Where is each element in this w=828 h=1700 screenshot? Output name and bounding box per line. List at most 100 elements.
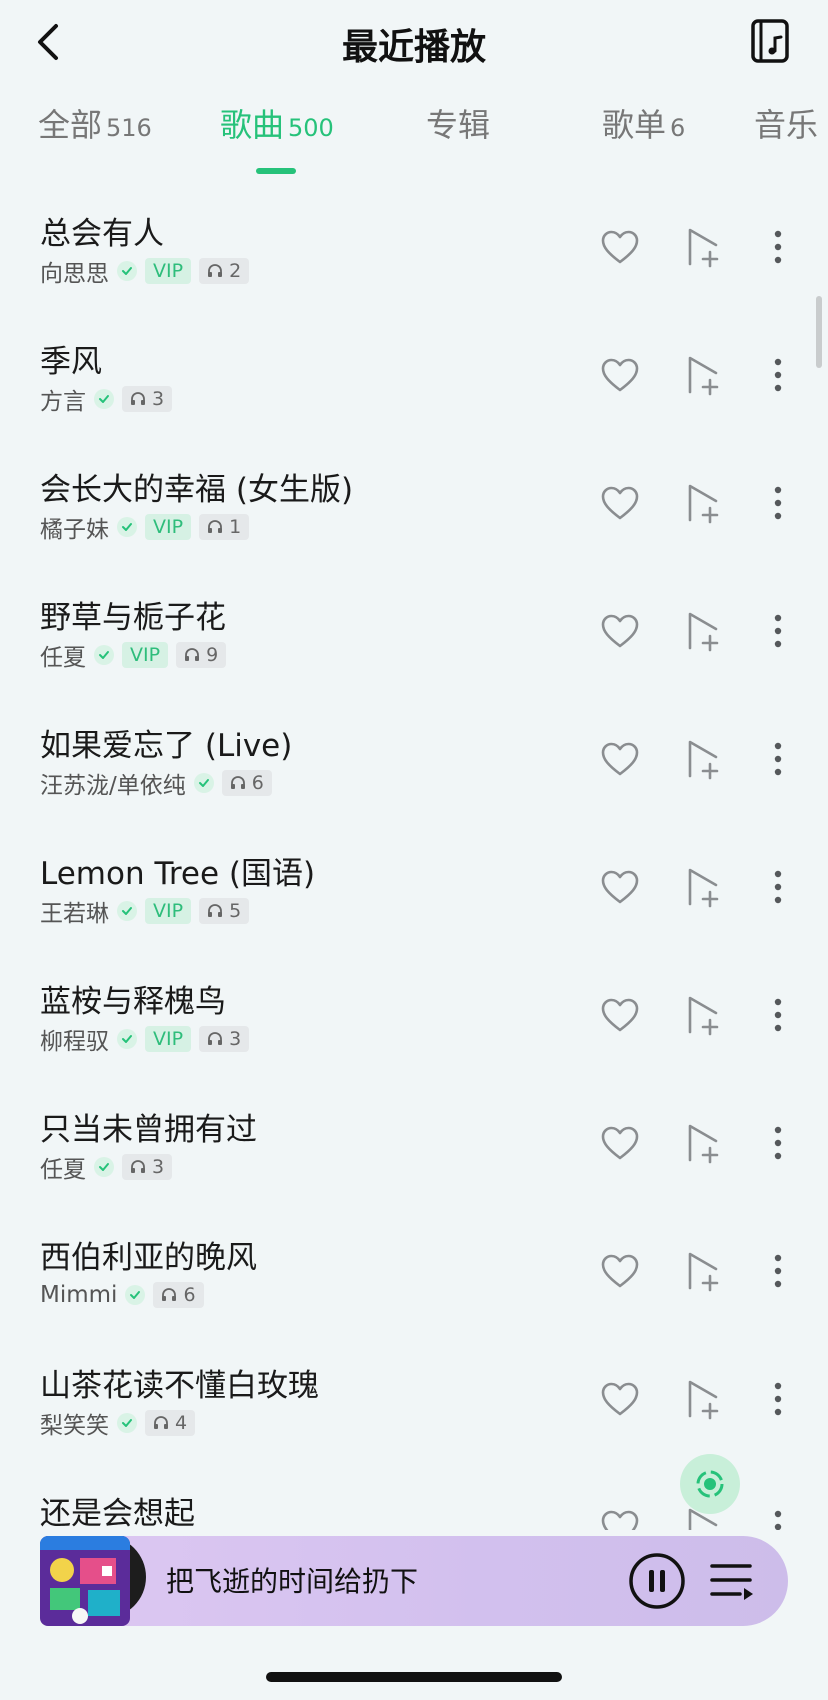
play-count-badge: 9 (176, 642, 227, 668)
song-artist[interactable]: 梨笑笑 (40, 1406, 109, 1440)
playlist-queue-icon (710, 1564, 753, 1600)
tab-label: 专辑 (426, 106, 491, 144)
heart-icon (601, 1510, 639, 1530)
pause-icon (629, 1553, 685, 1609)
playlist-queue-button[interactable] (710, 1560, 754, 1602)
song-row[interactable]: 西伯利亚的晚风 Mimmi 6 (0, 1214, 828, 1342)
song-artist[interactable]: 柳程驭 (40, 1022, 109, 1056)
more-options-button[interactable] (766, 1250, 790, 1292)
like-button[interactable] (600, 484, 640, 524)
song-list[interactable]: 总会有人 向思思 VIP 2 季风 方言 3 会长大的幸福 (女生版) 橘子妹 VIP 1 野草与栀子… (0, 190, 828, 1530)
more-options-button[interactable] (766, 610, 790, 652)
add-to-playlist-button[interactable] (686, 738, 722, 780)
more-options-button[interactable] (766, 994, 790, 1036)
song-row[interactable]: 山茶花读不懂白玫瑰 梨笑笑 4 (0, 1342, 828, 1470)
song-row[interactable]: 野草与栀子花 任夏 VIP 9 (0, 574, 828, 702)
tab-albums[interactable]: 专辑 (426, 100, 490, 146)
like-button[interactable] (600, 228, 640, 268)
more-options-button[interactable] (766, 226, 790, 268)
add-to-playlist-button[interactable] (686, 226, 722, 268)
add-to-playlist-button[interactable] (686, 1122, 722, 1164)
pause-button[interactable] (628, 1552, 686, 1610)
scrollbar[interactable] (816, 296, 822, 368)
song-row[interactable]: 季风 方言 3 (0, 318, 828, 446)
add-to-playlist-button[interactable] (686, 482, 722, 524)
play-count-badge: 6 (221, 770, 272, 796)
like-button[interactable] (600, 996, 640, 1036)
locate-current-song-button[interactable] (680, 1454, 740, 1514)
add-to-playlist-button[interactable] (686, 866, 722, 908)
song-row[interactable]: 蓝桉与释槐鸟 柳程驭 VIP 3 (0, 958, 828, 1086)
song-row[interactable]: 如果爱忘了 (Live) 汪苏泷/单依纯 6 (0, 702, 828, 830)
headphone-icon (208, 1032, 223, 1045)
add-to-playlist-button[interactable] (686, 994, 722, 1036)
like-button[interactable] (600, 740, 640, 780)
verified-badge (117, 517, 137, 537)
song-meta: Mimmi 6 (40, 1280, 204, 1310)
verified-check-icon (130, 1291, 141, 1299)
heart-icon (601, 742, 639, 776)
song-artist[interactable]: 向思思 (40, 254, 109, 288)
add-to-playlist-button[interactable] (686, 1250, 722, 1292)
song-title: 野草与栀子花 (40, 600, 226, 636)
song-row[interactable]: 会长大的幸福 (女生版) 橘子妹 VIP 1 (0, 446, 828, 574)
heart-icon (601, 614, 639, 648)
music-library-button[interactable] (750, 18, 790, 64)
headphone-icon (185, 648, 200, 661)
song-artist[interactable]: 方言 (40, 382, 86, 416)
tab-songs[interactable]: 歌曲 500 (220, 100, 334, 146)
song-artist[interactable]: 汪苏泷/单依纯 (40, 766, 186, 800)
song-row[interactable]: 总会有人 向思思 VIP 2 (0, 190, 828, 318)
locate-icon (696, 1470, 724, 1498)
vip-badge: VIP (145, 514, 192, 540)
play-count: 1 (229, 516, 242, 538)
more-icon (774, 358, 782, 392)
heart-icon (601, 1254, 639, 1288)
album-cover[interactable] (40, 1536, 130, 1626)
add-to-playlist-icon (688, 996, 719, 1036)
active-tab-indicator (256, 168, 296, 174)
song-artist[interactable]: 任夏 (40, 1150, 86, 1184)
song-artist[interactable]: 王若琳 (40, 894, 109, 928)
play-count-badge: 3 (199, 1026, 250, 1052)
like-button[interactable] (600, 356, 640, 396)
song-artist[interactable]: Mimmi (40, 1282, 117, 1308)
song-meta: 梨笑笑 4 (40, 1406, 196, 1440)
add-to-playlist-button[interactable] (686, 354, 722, 396)
more-options-button[interactable] (766, 1506, 790, 1530)
tab-music[interactable]: 音乐 (754, 100, 818, 146)
tab-playlists[interactable]: 歌单 6 (602, 100, 685, 146)
add-to-playlist-button[interactable] (686, 1378, 722, 1420)
add-to-playlist-icon (688, 612, 719, 652)
song-title: 山茶花读不懂白玫瑰 (40, 1368, 319, 1404)
more-options-button[interactable] (766, 1122, 790, 1164)
home-indicator (266, 1672, 562, 1682)
like-button[interactable] (600, 1508, 640, 1530)
song-row[interactable]: Lemon Tree (国语) 王若琳 VIP 5 (0, 830, 828, 958)
verified-badge (117, 1413, 137, 1433)
song-row[interactable]: 只当未曾拥有过 任夏 3 (0, 1086, 828, 1214)
more-options-button[interactable] (766, 354, 790, 396)
add-to-playlist-button[interactable] (686, 610, 722, 652)
tab-all[interactable]: 全部 516 (38, 100, 152, 146)
play-count-badge: 3 (122, 386, 173, 412)
more-options-button[interactable] (766, 1378, 790, 1420)
song-artist[interactable]: 任夏 (40, 638, 86, 672)
like-button[interactable] (600, 1380, 640, 1420)
like-button[interactable] (600, 1124, 640, 1164)
song-meta: 任夏 3 (40, 1150, 173, 1184)
more-options-button[interactable] (766, 866, 790, 908)
tab-count: 500 (288, 114, 334, 142)
more-options-button[interactable] (766, 738, 790, 780)
more-options-button[interactable] (766, 482, 790, 524)
verified-check-icon (99, 395, 109, 403)
page-title: 最近播放 (341, 27, 486, 68)
song-meta: 橘子妹 VIP 1 (40, 510, 250, 544)
song-artist[interactable]: 橘子妹 (40, 510, 109, 544)
verified-badge (94, 389, 114, 409)
vip-badge: VIP (122, 642, 169, 668)
like-button[interactable] (600, 1252, 640, 1292)
like-button[interactable] (600, 612, 640, 652)
like-button[interactable] (600, 868, 640, 908)
play-count: 9 (206, 644, 219, 666)
